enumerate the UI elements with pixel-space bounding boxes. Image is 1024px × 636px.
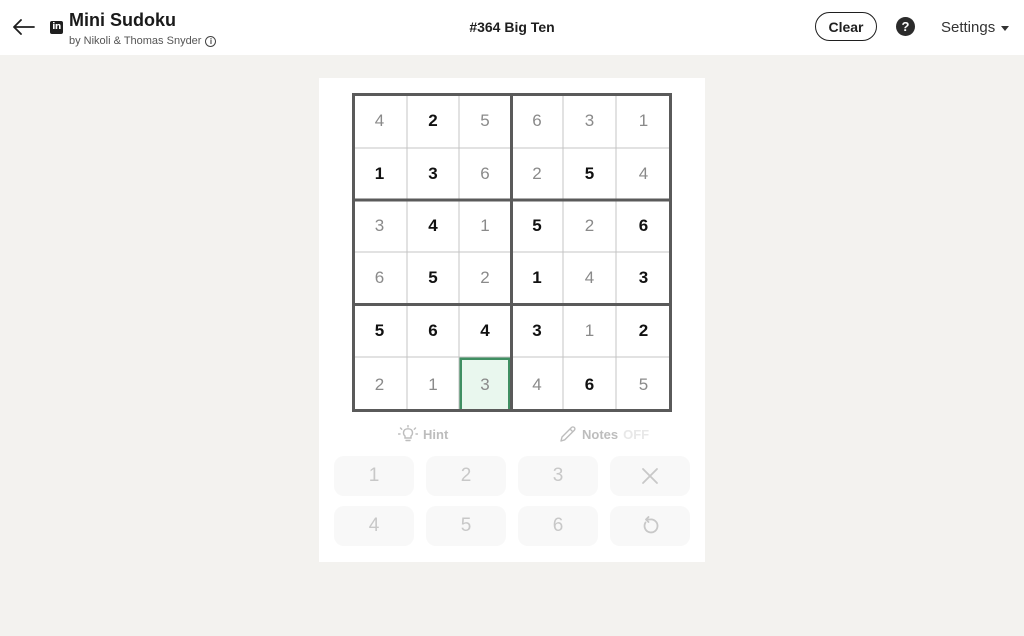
sudoku-cell-r6c6[interactable]: 5 [616,357,671,412]
sudoku-cell-r6c1[interactable]: 2 [352,357,407,412]
hint-label: Hint [423,426,449,442]
sudoku-cell-r1c2[interactable]: 2 [407,93,459,148]
sudoku-cell-r4c4[interactable]: 1 [511,252,563,304]
settings-dropdown[interactable]: Settings [941,19,1010,36]
key-5[interactable]: 5 [426,506,506,546]
erase-button[interactable] [610,456,690,496]
top-bar: in Mini Sudoku by Nikoli & Thomas Snyder… [0,0,1024,55]
sudoku-cell-r1c6[interactable]: 1 [616,93,671,148]
arrow-left-icon [13,19,35,35]
close-icon [642,468,658,484]
sudoku-cell-r3c4[interactable]: 5 [511,200,563,252]
sudoku-cell-r4c6[interactable]: 3 [616,252,671,304]
sudoku-cell-r4c5[interactable]: 4 [563,252,616,304]
sudoku-cell-r1c3[interactable]: 5 [459,93,511,148]
sudoku-cell-r2c3[interactable]: 6 [459,148,511,200]
sudoku-cell-r3c1[interactable]: 3 [352,200,407,252]
key-2[interactable]: 2 [426,456,506,496]
sudoku-cell-r6c3[interactable]: 3 [459,357,511,412]
key-3[interactable]: 3 [518,456,598,496]
sudoku-cell-r5c5[interactable]: 1 [563,304,616,357]
sudoku-cell-r6c5[interactable]: 6 [563,357,616,412]
sudoku-cell-r3c2[interactable]: 4 [407,200,459,252]
sudoku-cell-r3c3[interactable]: 1 [459,200,511,252]
sudoku-cell-r6c2[interactable]: 1 [407,357,459,412]
pencil-icon [560,426,576,442]
sudoku-cell-r6c4[interactable]: 4 [511,357,563,412]
question-icon[interactable]: ? [896,17,915,36]
sudoku-cell-r5c1[interactable]: 5 [352,304,407,357]
settings-label: Settings [941,19,996,36]
undo-button[interactable] [610,506,690,546]
key-4[interactable]: 4 [334,506,414,546]
hint-button[interactable]: Hint [398,424,448,444]
sudoku-board: 425631136254341526652143564312213465 [352,93,672,412]
sudoku-cell-r1c4[interactable]: 6 [511,93,563,148]
app-title: Mini Sudoku [69,10,176,30]
info-icon[interactable]: i [205,35,217,47]
sudoku-cell-r1c1[interactable]: 4 [352,93,407,148]
notes-state: OFF [623,426,650,442]
sudoku-cell-r5c4[interactable]: 3 [511,304,563,357]
undo-icon [643,516,659,534]
sudoku-cell-r2c2[interactable]: 3 [407,148,459,200]
sudoku-cell-r2c1[interactable]: 1 [352,148,407,200]
sudoku-cell-r4c1[interactable]: 6 [352,252,407,304]
sudoku-cell-r5c6[interactable]: 2 [616,304,671,357]
linkedin-logo-icon: in [50,21,63,34]
clear-button[interactable]: Clear [815,12,877,41]
sudoku-cell-r4c3[interactable]: 2 [459,252,511,304]
sudoku-cell-r5c3[interactable]: 4 [459,304,511,357]
notes-toggle[interactable]: Notes OFF [559,424,649,444]
back-button[interactable] [8,12,40,42]
key-6[interactable]: 6 [518,506,598,546]
puzzle-number-title: #364 Big Ten [469,19,555,35]
sudoku-cell-r1c5[interactable]: 3 [563,93,616,148]
sudoku-cell-r3c5[interactable]: 2 [563,200,616,252]
sudoku-cell-r2c5[interactable]: 5 [563,148,616,200]
sudoku-cell-r2c4[interactable]: 2 [511,148,563,200]
key-1[interactable]: 1 [334,456,414,496]
sudoku-cell-r2c6[interactable]: 4 [616,148,671,200]
sudoku-cell-r5c2[interactable]: 6 [407,304,459,357]
chevron-down-icon [1001,26,1010,31]
byline: by Nikoli & Thomas Snyder i [69,35,217,47]
byline-text: by Nikoli & Thomas Snyder [69,35,202,47]
sudoku-cell-r3c6[interactable]: 6 [616,200,671,252]
notes-label: Notes [582,426,619,442]
sudoku-cell-r4c2[interactable]: 5 [407,252,459,304]
lightbulb-icon [398,425,418,442]
